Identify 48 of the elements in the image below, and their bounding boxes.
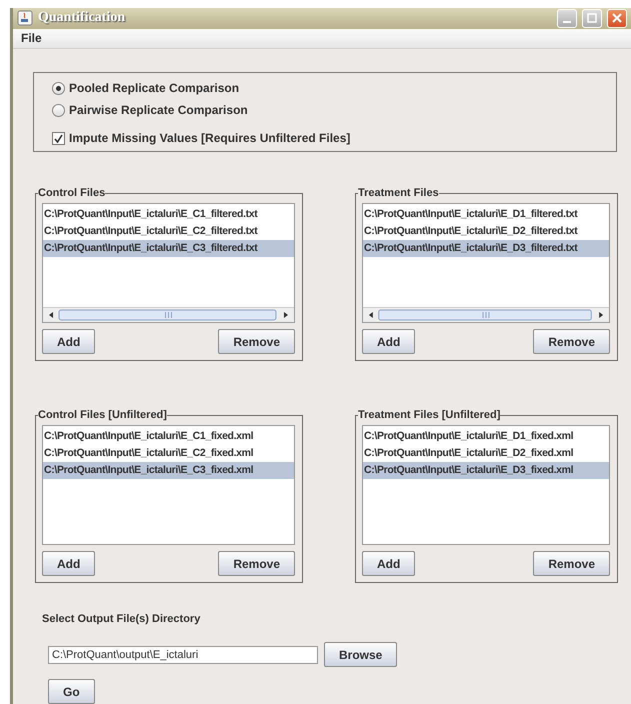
list-item[interactable]: C:\ProtQuant\Input\E_ictaluri\E_D1_filtered.txt: [363, 206, 609, 223]
horizontal-scrollbar[interactable]: [363, 307, 609, 322]
list-item[interactable]: C:\ProtQuant\Input\E_ictaluri\E_D3_fixed.xml: [363, 462, 609, 479]
list-item[interactable]: C:\ProtQuant\Input\E_ictaluri\E_D2_fixed.xml: [363, 445, 609, 462]
radio-label[interactable]: Pairwise Replicate Comparison: [69, 103, 248, 117]
minimize-button[interactable]: [557, 8, 577, 28]
maximize-button[interactable]: [582, 8, 602, 28]
file-list[interactable]: C:\ProtQuant\Input\E_ictaluri\E_D1_filtered.txt C:\ProtQuant\Input\E_ictaluri\E_D2_filtered.txt C:\ProtQuant\Input\E_ictaluri\E_D3_filtered.txt: [362, 203, 610, 323]
file-list[interactable]: C:\ProtQuant\Input\E_ictaluri\E_D1_fixed.xml C:\ProtQuant\Input\E_ictaluri\E_D2_fixed.xml C:\ProtQuant\Input\E_ictaluri\E_D3_fixed.xml: [362, 425, 610, 545]
go-button[interactable]: Go: [48, 679, 95, 704]
list-item[interactable]: C:\ProtQuant\Input\E_ictaluri\E_C2_fixed.xml: [43, 445, 294, 462]
maximize-icon: [587, 13, 597, 24]
radio-button[interactable]: [52, 82, 65, 94]
close-button[interactable]: [607, 8, 627, 28]
list-item[interactable]: C:\ProtQuant\Input\E_ictaluri\E_C3_fixed.xml: [43, 462, 294, 479]
list-button[interactable]: Add: [42, 551, 96, 576]
output-label: Select Output File(s) Directory: [42, 613, 202, 625]
list-button[interactable]: Remove: [533, 551, 610, 576]
radio-label[interactable]: Pooled Replicate Comparison: [69, 81, 240, 95]
group-title: Treatment Files [Unfiltered]: [358, 409, 500, 421]
list-button[interactable]: Add: [42, 329, 96, 354]
list-item[interactable]: C:\ProtQuant\Input\E_ictaluri\E_C1_filtered.txt: [43, 206, 294, 223]
list-item[interactable]: C:\ProtQuant\Input\E_ictaluri\E_D2_filtered.txt: [363, 223, 609, 240]
list-item[interactable]: C:\ProtQuant\Input\E_ictaluri\E_C3_filtered.txt: [43, 240, 294, 257]
close-icon: [612, 13, 622, 24]
list-item[interactable]: C:\ProtQuant\Input\E_ictaluri\E_C1_fixed.xml: [43, 428, 294, 445]
list-item[interactable]: C:\ProtQuant\Input\E_ictaluri\E_C2_filtered.txt: [43, 223, 294, 240]
checkbox[interactable]: [52, 132, 65, 144]
group-title: Treatment Files: [358, 187, 439, 199]
list-button[interactable]: Add: [362, 329, 416, 354]
window-title: Quantification: [38, 10, 126, 26]
list-item[interactable]: C:\ProtQuant\Input\E_ictaluri\E_D3_filtered.txt: [363, 240, 609, 257]
list-item[interactable]: C:\ProtQuant\Input\E_ictaluri\E_D1_fixed.xml: [363, 428, 609, 445]
group-title: Control Files: [38, 187, 106, 199]
group-title: Control Files [Unfiltered]: [38, 409, 167, 421]
list-button[interactable]: Remove: [218, 551, 295, 576]
menu-item[interactable]: File: [18, 31, 45, 46]
browse-button[interactable]: Browse: [324, 642, 398, 667]
checkbox-label[interactable]: Impute Missing Values [Requires Unfiltered Files]: [69, 131, 350, 145]
radio-button[interactable]: [52, 104, 65, 116]
directory-field[interactable]: C:\ProtQuant\output\E_ictaluri: [48, 646, 318, 664]
file-list[interactable]: C:\ProtQuant\Input\E_ictaluri\E_C1_fixed.xml C:\ProtQuant\Input\E_ictaluri\E_C2_fixed.xml C:\ProtQuant\Input\E_ictaluri\E_C3_fixed.xml: [42, 425, 295, 545]
horizontal-scrollbar[interactable]: [43, 307, 294, 322]
minimize-icon: [563, 21, 571, 24]
file-list[interactable]: C:\ProtQuant\Input\E_ictaluri\E_C1_filtered.txt C:\ProtQuant\Input\E_ictaluri\E_C2_filtered.txt C:\ProtQuant\Input\E_ictaluri\E_C3_filtered.txt: [42, 203, 295, 323]
list-button[interactable]: Add: [362, 551, 416, 576]
list-button[interactable]: Remove: [533, 329, 610, 354]
list-button[interactable]: Remove: [218, 329, 295, 354]
